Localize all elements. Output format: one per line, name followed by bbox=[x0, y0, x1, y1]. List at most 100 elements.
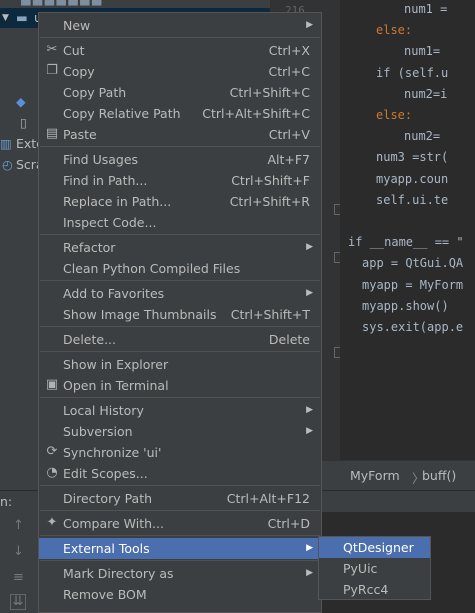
menu-item-compare-with[interactable]: ✦ Compare With... Ctrl+D bbox=[39, 513, 321, 534]
menu-item-shortcut: Ctrl+X bbox=[268, 43, 310, 58]
menu-item-replace-in-path[interactable]: Replace in Path... Ctrl+Shift+R bbox=[39, 191, 321, 212]
submenu-arrow-icon: ▶ bbox=[306, 543, 313, 553]
breadcrumb-item[interactable]: buff() bbox=[422, 468, 456, 483]
menu-item-external-tools[interactable]: External Tools ▶ bbox=[39, 538, 321, 559]
code-line: num1 = bbox=[404, 2, 455, 16]
menu-item-label: Mark Directory as bbox=[63, 566, 174, 581]
library-icon: ▥ bbox=[0, 136, 12, 151]
menu-separator bbox=[40, 37, 320, 38]
code-editor[interactable]: num1 = else: num1= if (self.u num2=i else: nu… bbox=[340, 0, 475, 460]
scratches-icon: ◴ bbox=[2, 157, 13, 172]
menu-item-inspect-code[interactable]: Inspect Code... bbox=[39, 212, 321, 233]
menu-item-local-history[interactable]: Local History ▶ bbox=[39, 400, 321, 421]
arrow-down-icon[interactable]: ↓ bbox=[13, 544, 24, 559]
menu-item-copy-path[interactable]: Copy Path Ctrl+Shift+C bbox=[39, 82, 321, 103]
menu-item-shortcut: Delete bbox=[268, 332, 310, 347]
menu-item-add-to-favorites[interactable]: Add to Favorites ▶ bbox=[39, 283, 321, 304]
menu-item-paste[interactable]: ▤ Paste Ctrl+V bbox=[39, 124, 321, 145]
menu-item-label: Subversion bbox=[63, 424, 133, 439]
code-line: num1= bbox=[404, 44, 441, 59]
menu-item-clean-python-compiled-files[interactable]: Clean Python Compiled Files bbox=[39, 258, 321, 279]
menu-item-shortcut: Ctrl+Shift+T bbox=[230, 307, 310, 322]
submenu-item-pyuic[interactable]: PyUic bbox=[319, 558, 430, 579]
scissors-icon: ✂ bbox=[46, 42, 58, 57]
menu-item-label: Paste bbox=[63, 127, 97, 142]
scopes-icon: ◔ bbox=[46, 465, 58, 480]
menu-item-mark-directory-as[interactable]: Mark Directory as ▶ bbox=[39, 563, 321, 584]
menu-separator bbox=[40, 351, 320, 352]
code-line: myapp = MyForm bbox=[362, 277, 464, 292]
code-line: else: bbox=[376, 23, 413, 38]
menu-separator bbox=[40, 485, 320, 486]
breadcrumb-item[interactable]: MyForm bbox=[350, 468, 400, 483]
menu-item-shortcut: Ctrl+D bbox=[267, 516, 310, 531]
code-line: if (self.u bbox=[376, 65, 449, 80]
code-line: myapp.show() bbox=[362, 298, 449, 313]
menu-item-show-image-thumbnails[interactable]: Show Image Thumbnails Ctrl+Shift+T bbox=[39, 304, 321, 325]
submenu-item-label: PyRcc4 bbox=[343, 582, 389, 597]
menu-item-directory-path[interactable]: Directory Path Ctrl+Alt+F12 bbox=[39, 488, 321, 509]
menu-item-label: Delete... bbox=[63, 332, 116, 347]
submenu-item-qtdesigner[interactable]: QtDesigner bbox=[319, 537, 430, 558]
menu-item-label: Find Usages bbox=[63, 152, 139, 167]
arrow-up-icon[interactable]: ↑ bbox=[13, 518, 24, 533]
menu-item-shortcut: Ctrl+Shift+C bbox=[229, 85, 310, 100]
menu-item-label: Cut bbox=[63, 43, 85, 58]
menu-separator bbox=[40, 510, 320, 511]
menu-item-shortcut: Ctrl+V bbox=[268, 127, 310, 142]
menu-separator bbox=[40, 326, 320, 327]
menu-separator bbox=[40, 146, 320, 147]
sync-icon: ⟳ bbox=[46, 444, 58, 459]
menu-separator bbox=[40, 234, 320, 235]
menu-item-synchronize-ui[interactable]: ⟳ Synchronize 'ui' bbox=[39, 442, 321, 463]
scroll-to-end-icon[interactable]: ⇊ bbox=[10, 594, 26, 610]
menu-separator bbox=[40, 280, 320, 281]
menu-item-label: Replace in Path... bbox=[63, 194, 172, 209]
submenu-arrow-icon: ▶ bbox=[306, 405, 313, 415]
paste-icon: ▤ bbox=[45, 126, 59, 141]
menu-separator bbox=[40, 560, 320, 561]
code-line: sys.exit(app.e bbox=[362, 320, 464, 334]
submenu-arrow-icon: ▶ bbox=[306, 426, 313, 436]
menu-item-label: Copy Path bbox=[63, 85, 127, 100]
menu-item-refactor[interactable]: Refactor ▶ bbox=[39, 237, 321, 258]
wrap-icon[interactable]: ≡ bbox=[13, 570, 24, 585]
run-label: n: bbox=[0, 494, 13, 509]
menu-item-label: Find in Path... bbox=[63, 173, 148, 188]
menu-item-open-in-terminal[interactable]: ▣ Open in Terminal bbox=[39, 375, 321, 396]
menu-item-label: Copy Relative Path bbox=[63, 106, 181, 121]
code-line: if __name__ == " bbox=[348, 235, 464, 250]
menu-separator bbox=[40, 397, 320, 398]
menu-item-copy-relative-path[interactable]: Copy Relative Path Ctrl+Alt+Shift+C bbox=[39, 103, 321, 124]
file-icon: ▯ bbox=[20, 115, 27, 130]
terminal-icon: ▣ bbox=[45, 377, 59, 392]
menu-item-label: Show Image Thumbnails bbox=[63, 307, 217, 322]
code-line: app = QtGui.QA bbox=[362, 256, 464, 271]
menu-item-edit-scopes[interactable]: ◔ Edit Scopes... bbox=[39, 463, 321, 484]
menu-item-shortcut: Ctrl+C bbox=[268, 64, 310, 79]
menu-item-new[interactable]: New ▶ bbox=[39, 15, 321, 36]
menu-item-find-in-path[interactable]: Find in Path... Ctrl+Shift+F bbox=[39, 170, 321, 191]
menu-item-copy[interactable]: ❐ Copy Ctrl+C bbox=[39, 61, 321, 82]
submenu-item-pyrcc4[interactable]: PyRcc4 bbox=[319, 579, 430, 600]
submenu-arrow-icon: ▶ bbox=[306, 288, 313, 298]
menu-item-subversion[interactable]: Subversion ▶ bbox=[39, 421, 321, 442]
code-line: num2=i bbox=[404, 86, 448, 101]
menu-item-label: Show in Explorer bbox=[63, 357, 169, 372]
code-line: self.ui.te bbox=[376, 192, 449, 207]
menu-item-show-in-explorer[interactable]: Show in Explorer bbox=[39, 354, 321, 375]
menu-item-shortcut: Ctrl+Alt+Shift+C bbox=[202, 106, 310, 121]
menu-item-delete[interactable]: Delete... Delete bbox=[39, 329, 321, 350]
menu-item-find-usages[interactable]: Find Usages Alt+F7 bbox=[39, 149, 321, 170]
menu-item-label: New bbox=[63, 18, 91, 33]
menu-item-cut[interactable]: ✂ Cut Ctrl+X bbox=[39, 40, 321, 61]
code-line: num3 =str( bbox=[376, 150, 449, 165]
submenu-item-label: PyUic bbox=[343, 561, 378, 576]
menu-item-label: Edit Scopes... bbox=[63, 466, 148, 481]
menu-item-label: Refactor bbox=[63, 240, 116, 255]
menu-item-shortcut: Ctrl+Shift+R bbox=[229, 194, 310, 209]
menu-item-label: Inspect Code... bbox=[63, 215, 157, 230]
menu-item-label: Synchronize 'ui' bbox=[63, 445, 162, 460]
menu-item-label: Compare With... bbox=[63, 516, 164, 531]
menu-item-remove-bom[interactable]: Remove BOM bbox=[39, 584, 321, 605]
